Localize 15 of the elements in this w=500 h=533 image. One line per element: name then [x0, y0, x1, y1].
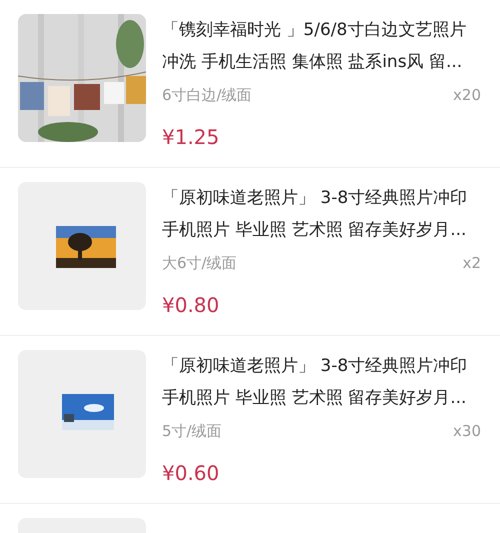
product-title[interactable]: 「原初味道老照片」 3-8寸经典照片冲印 — [162, 350, 481, 382]
price-label: ¥0.80 — [162, 293, 220, 317]
product-title[interactable]: 手机照片 毕业照 艺术照 留存美好岁月... — [162, 214, 481, 246]
product-title[interactable]: 冲洗 手机生活照 集体照 盐系ins风 留... — [162, 46, 481, 78]
quantity-label: x30 — [453, 420, 481, 442]
quantity-label: x20 — [453, 84, 481, 106]
product-title[interactable]: 手机照片 毕业照 艺术照 留存美好岁月... — [162, 382, 481, 414]
price-label: ¥1.25 — [162, 125, 220, 149]
variant-label: 6寸白边/绒面 — [162, 84, 252, 106]
variant-label: 大6寸/绒面 — [162, 252, 237, 274]
variant-label: 5寸/绒面 — [162, 420, 222, 442]
product-title[interactable]: 「原初味道老照片」 3-8寸经典照片冲印 — [162, 182, 481, 214]
price-label: ¥0.60 — [162, 461, 220, 485]
product-title[interactable]: 「镌刻幸福时光 」5/6/8寸白边文艺照片 — [162, 14, 481, 46]
quantity-label: x2 — [462, 252, 481, 274]
